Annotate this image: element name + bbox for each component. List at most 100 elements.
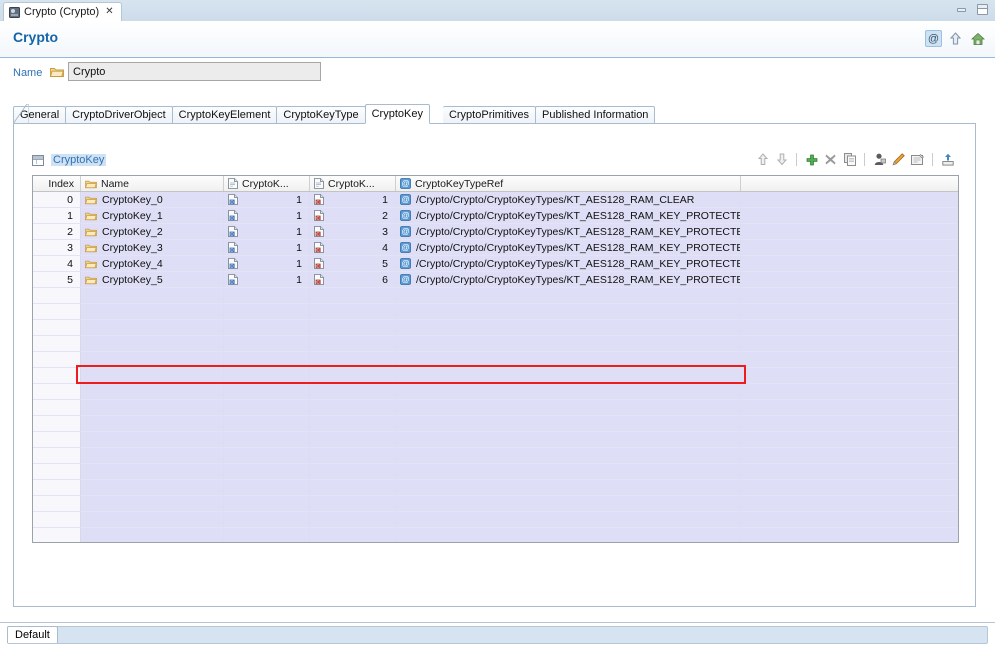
home-icon[interactable] (969, 30, 986, 47)
reference-icon: @ (400, 210, 411, 221)
cell-cryptokey-a-value: 1 (296, 225, 302, 238)
table-row-empty[interactable] (33, 528, 958, 542)
tab-cryptokey[interactable]: CryptoKey (364, 104, 430, 124)
table-row-empty[interactable] (33, 368, 958, 384)
editor-tab-crypto[interactable]: Crypto (Crypto) ✕ (3, 2, 122, 21)
edit-pencil-button[interactable] (891, 152, 906, 167)
cell-index: 1 (33, 208, 81, 224)
column-header-cryptokey-a[interactable]: CryptoK... (224, 176, 310, 191)
up-arrow-icon[interactable] (947, 30, 964, 47)
move-down-button[interactable] (774, 152, 789, 167)
tab-general[interactable]: General (13, 106, 67, 124)
tab-cryptodriverobject[interactable]: CryptoDriverObject (65, 106, 173, 124)
folder-icon (50, 66, 64, 78)
folder-icon (85, 243, 97, 253)
table-row[interactable]: 0 CryptoKey_0 D 1 C 1 @/Crypto/Crypto/CryptoKe… (33, 192, 958, 208)
maximize-button[interactable] (975, 3, 989, 16)
cell-empty (310, 320, 396, 336)
tab-cryptoprimitives[interactable]: CryptoPrimitives (13, 104, 537, 124)
move-up-button[interactable] (755, 152, 770, 167)
table-body: 0 CryptoKey_0 D 1 C 1 @/Crypto/Crypto/CryptoKe… (33, 192, 958, 542)
cell-empty (33, 416, 81, 432)
column-header-name[interactable]: Name (81, 176, 224, 191)
cell-name-label: CryptoKey_2 (102, 225, 163, 238)
table-row-empty[interactable] (33, 336, 958, 352)
cell-empty (33, 400, 81, 416)
table-row-empty[interactable] (33, 384, 958, 400)
cell-empty (310, 416, 396, 432)
cell-cryptokeytyperef: @ /Crypto/Crypto/CryptoKeyTypes/KT_AES128… (396, 240, 741, 256)
cell-empty (81, 288, 224, 304)
cell-index: 0 (33, 192, 81, 208)
section-tab-bar: General CryptoDriverObject CryptoKeyElem… (13, 104, 656, 124)
table-row-empty[interactable] (33, 400, 958, 416)
table-row-empty[interactable] (33, 480, 958, 496)
column-header-index[interactable]: Index (33, 176, 81, 191)
table-row[interactable]: 3 CryptoKey_3 D 1 C 4 @/Crypto/Crypto/CryptoKe… (33, 240, 958, 256)
table-row-empty[interactable] (33, 320, 958, 336)
cell-empty (396, 304, 741, 320)
minimize-button[interactable] (955, 3, 969, 16)
table-row-empty[interactable] (33, 496, 958, 512)
export-button[interactable] (940, 152, 955, 167)
cell-empty (741, 320, 958, 336)
table-row-empty[interactable] (33, 464, 958, 480)
table-header-row: Index Name CryptoK... CryptoK... @ Crypt… (33, 176, 958, 192)
tab-strip-background (0, 0, 995, 21)
minimize-icon (957, 8, 966, 12)
bottom-tab-bar: Default (0, 622, 995, 646)
cell-empty (33, 448, 81, 464)
add-button[interactable] (804, 152, 819, 167)
table-row[interactable]: 5 CryptoKey_5 D 1 C 6 @/Crypto/Crypto/CryptoKe… (33, 272, 958, 288)
note-button[interactable] (910, 152, 925, 167)
close-icon[interactable]: ✕ (105, 7, 113, 17)
cell-empty (81, 400, 224, 416)
cell-empty (396, 400, 741, 416)
document-icon: D (228, 274, 238, 285)
cell-empty (81, 368, 224, 384)
tab-default[interactable]: Default (7, 626, 58, 643)
tab-published-information[interactable]: Published Information (535, 106, 656, 124)
table-row-empty[interactable] (33, 432, 958, 448)
cell-name-label: CryptoKey_1 (102, 209, 163, 222)
editor-tab-label: Crypto (Crypto) (24, 6, 100, 18)
table-row-empty[interactable] (33, 288, 958, 304)
table-row[interactable]: 2 CryptoKey_2 D 1 C 3 @/Crypto/Crypto/CryptoKe… (33, 224, 958, 240)
toolbar-separator (796, 153, 797, 166)
cell-name: CryptoKey_4 (81, 256, 224, 272)
table-row-empty[interactable] (33, 512, 958, 528)
link-at-icon[interactable]: @ (925, 30, 942, 47)
column-header-spacer (741, 176, 958, 191)
copy-button[interactable] (842, 152, 857, 167)
cryptokey-table[interactable]: Index Name CryptoK... CryptoK... @ Crypt… (32, 175, 959, 543)
cell-name-label: CryptoKey_4 (102, 257, 163, 270)
svg-text:@: @ (401, 227, 409, 236)
cell-empty (396, 384, 741, 400)
cell-name-label: CryptoKey_5 (102, 273, 163, 286)
table-row[interactable]: 1 CryptoKey_1 D 1 C 2 @/Crypto/Crypto/CryptoKe… (33, 208, 958, 224)
column-header-cryptokeytyperef[interactable]: @ CryptoKeyTypeRef (396, 176, 741, 191)
tab-cryptokeytype[interactable]: CryptoKeyType (276, 106, 366, 124)
cell-empty (310, 496, 396, 512)
table-row[interactable]: 4 CryptoKey_4 D 1 C 5 @/Crypto/Crypto/CryptoKe… (33, 256, 958, 272)
table-row-empty[interactable] (33, 416, 958, 432)
user-button[interactable] (872, 152, 887, 167)
cell-empty (741, 416, 958, 432)
table-title: CryptoKey (51, 154, 107, 166)
delete-button[interactable] (823, 152, 838, 167)
cell-empty (396, 368, 741, 384)
cell-empty (741, 368, 958, 384)
column-header-cryptokey-b[interactable]: CryptoK... (310, 176, 396, 191)
cell-empty (224, 288, 310, 304)
name-input[interactable] (68, 62, 321, 81)
table-row-empty[interactable] (33, 352, 958, 368)
folder-icon (85, 275, 97, 285)
document-icon: D (228, 226, 238, 237)
cell-empty (396, 480, 741, 496)
tab-cryptokeyelement[interactable]: CryptoKeyElement (171, 106, 278, 124)
cell-empty (396, 448, 741, 464)
table-row-empty[interactable] (33, 304, 958, 320)
folder-icon (85, 259, 97, 269)
cell-cryptokey-b: C6 (310, 272, 396, 288)
table-row-empty[interactable] (33, 448, 958, 464)
